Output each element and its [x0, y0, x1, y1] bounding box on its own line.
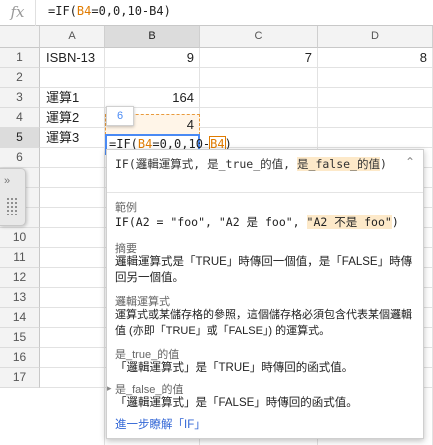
column-header-A[interactable]: A [40, 26, 105, 48]
column-header-D[interactable]: D [318, 26, 433, 48]
column-header-C[interactable]: C [200, 26, 318, 48]
signature-part2: ) [379, 157, 387, 171]
signature-highlight: 是_false_的值 [297, 157, 380, 171]
cell-A4[interactable]: 運算2 [40, 108, 105, 128]
formula-bar[interactable]: fx =IF(B4=0,0,10-B4) [0, 0, 433, 26]
help-divider [107, 192, 423, 193]
row-header-12[interactable]: 12 [0, 268, 40, 288]
row-header-10[interactable]: 10 [0, 228, 40, 248]
row-header-15[interactable]: 15 [0, 328, 40, 348]
cell-A3[interactable]: 運算1 [40, 88, 105, 108]
row-header-16[interactable]: 16 [0, 348, 40, 368]
example-title: 範例 [115, 202, 137, 214]
cell-C1[interactable]: 7 [200, 48, 318, 68]
signature-part1: IF(邏輯運算式, 是_true_的值, [115, 157, 298, 171]
grip-dots-icon[interactable] [6, 197, 18, 215]
formula-ref: B4 [76, 4, 92, 18]
row-header-1[interactable]: 1 [0, 48, 40, 68]
learn-more-link[interactable]: 進一步瞭解「IF」 [115, 416, 206, 432]
argument-index-tip: 6 [106, 106, 134, 126]
cell-B3[interactable]: 164 [105, 88, 200, 108]
side-panel-tab[interactable]: » [0, 168, 26, 226]
expand-chevron-icon: » [4, 175, 10, 187]
example-part2: ) [391, 215, 399, 229]
column-header-B[interactable]: B [105, 26, 200, 48]
formula-bar-text[interactable]: =IF(B4=0,0,10-B4) [48, 4, 171, 18]
row-header-11[interactable]: 11 [0, 248, 40, 268]
select-all-corner[interactable] [0, 26, 40, 48]
function-signature: IF(邏輯運算式, 是_true_的值, 是_false_的值) [115, 156, 405, 173]
formula-prefix: =IF( [48, 4, 77, 18]
row-header-14[interactable]: 14 [0, 308, 40, 328]
true-value-body: 「邏輯運算式」是「TRUE」時傳回的函式值。 [115, 362, 354, 374]
row-header-13[interactable]: 13 [0, 288, 40, 308]
fx-icon: fx [0, 0, 36, 26]
summary-body: 邏輯運算式是「TRUE」時傳回一個值，是「FALSE」時傳回另一個值。 [115, 256, 413, 284]
formula-suffix: =0,0,10-B4) [91, 4, 171, 18]
row-header-5[interactable]: 5 [0, 128, 40, 148]
row-header-6[interactable]: 6 [0, 148, 40, 168]
example-part1: IF(A2 = "foo", "A2 是 foo", [115, 215, 307, 229]
row-header-17[interactable]: 17 [0, 368, 40, 388]
cell-A5[interactable]: 運算3 [40, 128, 105, 148]
logical-expression-body: 運算式或某儲存格的參照，這個儲存格必須包含代表某個邏輯值 (亦即「TRUE」或「… [115, 309, 412, 337]
cell-D1[interactable]: 8 [318, 48, 433, 68]
cell-B1[interactable]: 9 [105, 48, 200, 68]
example-highlight: "A2 不是 foo" [306, 215, 392, 229]
collapse-icon[interactable]: ⌃ [403, 155, 417, 169]
current-argument-arrow-icon: ▸ [107, 383, 112, 393]
row-header-4[interactable]: 4 [0, 108, 40, 128]
example-body: IF(A2 = "foo", "A2 是 foo", "A2 不是 foo") [115, 214, 415, 230]
row-header-3[interactable]: 3 [0, 88, 40, 108]
row-header-2[interactable]: 2 [0, 68, 40, 88]
false-value-body: 「邏輯運算式」是「FALSE」時傳回的函式值。 [115, 397, 358, 409]
function-help-popup: ⌃ IF(邏輯運算式, 是_true_的值, 是_false_的值) 範例 IF… [106, 149, 424, 439]
cell-A1[interactable]: ISBN-13 [40, 48, 105, 68]
